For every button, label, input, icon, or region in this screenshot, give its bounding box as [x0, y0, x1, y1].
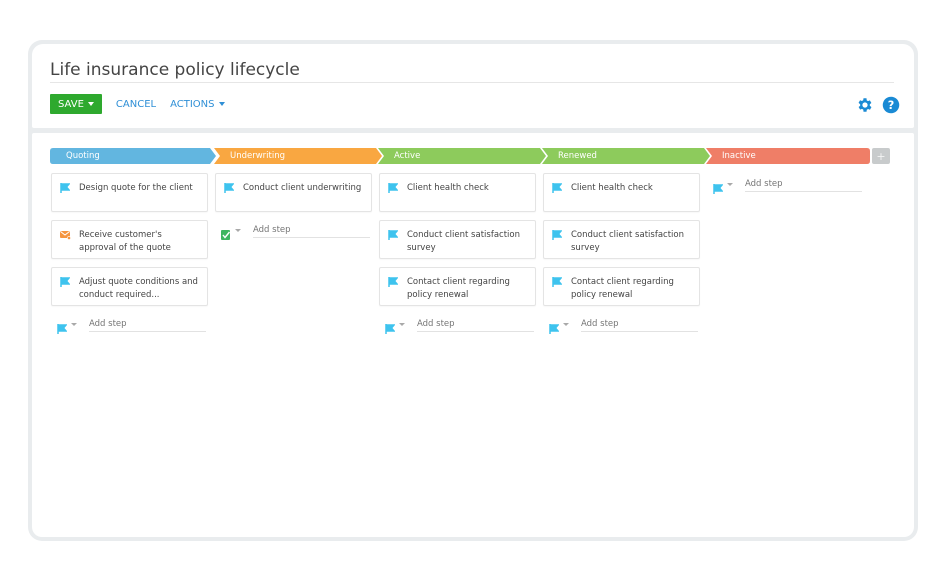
add-step-input[interactable] [745, 174, 862, 192]
add-stage-button[interactable]: + [872, 148, 890, 164]
flag-icon [224, 183, 235, 198]
task-check-icon[interactable] [221, 225, 231, 244]
add-step-row [51, 314, 208, 334]
actions-button-label: ACTIONS [170, 98, 215, 110]
step-text: Adjust quote conditions and conduct requ… [79, 277, 198, 300]
svg-text:?: ? [888, 99, 895, 112]
chevron-down-icon[interactable] [399, 323, 405, 326]
stage-bar: Quoting Underwriting Active Renewed Inac… [50, 148, 892, 164]
page-title: Life insurance policy lifecycle [50, 60, 300, 80]
step-card[interactable]: Design quote for the client [51, 173, 208, 212]
flag-icon [60, 183, 71, 198]
step-text: Client health check [571, 183, 653, 193]
stage-active[interactable]: Active [378, 148, 546, 164]
stage-inactive-label: Inactive [722, 151, 756, 161]
step-text: Receive customer's approval of the quote [79, 230, 171, 253]
save-button-label: SAVE [58, 98, 84, 110]
flag-icon[interactable] [549, 319, 560, 338]
flag-icon [388, 230, 399, 245]
add-step-input[interactable] [253, 220, 370, 238]
flag-icon [60, 277, 71, 292]
flag-icon [552, 277, 563, 292]
flag-icon[interactable] [713, 179, 724, 198]
header-panel: Life insurance policy lifecycle SAVE CAN… [32, 44, 914, 128]
step-card[interactable]: Conduct client satisfaction survey [543, 220, 700, 259]
stage-column-active: Client health check Conduct client satis… [379, 173, 536, 334]
step-text: Contact client regarding policy renewal [407, 277, 510, 300]
step-text: Conduct client satisfaction survey [407, 230, 520, 253]
stage-renewed-label: Renewed [558, 151, 597, 161]
stage-inactive[interactable]: Inactive [706, 148, 870, 164]
add-step-input[interactable] [581, 314, 698, 332]
step-card[interactable]: Client health check [543, 173, 700, 212]
chevron-down-icon [87, 102, 94, 106]
stage-quoting-label: Quoting [66, 151, 100, 161]
chevron-down-icon[interactable] [563, 323, 569, 326]
step-card[interactable]: Contact client regarding policy renewal [543, 267, 700, 306]
cancel-button[interactable]: CANCEL [116, 99, 156, 110]
add-step-row [379, 314, 536, 334]
gear-icon[interactable] [856, 96, 874, 114]
step-card[interactable]: Adjust quote conditions and conduct requ… [51, 267, 208, 306]
step-card[interactable]: Client health check [379, 173, 536, 212]
step-card[interactable]: Contact client regarding policy renewal [379, 267, 536, 306]
chevron-down-icon [218, 102, 225, 106]
stage-column-inactive [707, 174, 864, 194]
header-icons: ? [856, 96, 900, 114]
title-divider [50, 82, 894, 83]
stage-renewed[interactable]: Renewed [542, 148, 710, 164]
step-card[interactable]: Conduct client satisfaction survey [379, 220, 536, 259]
chevron-down-icon[interactable] [235, 229, 241, 232]
flag-icon [388, 183, 399, 198]
add-step-row [543, 314, 700, 334]
stage-column-renewed: Client health check Conduct client satis… [543, 173, 700, 334]
step-text: Contact client regarding policy renewal [571, 277, 674, 300]
help-icon[interactable]: ? [882, 96, 900, 114]
stage-column-quoting: Design quote for the client Receive cust… [51, 173, 208, 334]
flag-icon[interactable] [385, 319, 396, 338]
step-text: Client health check [407, 183, 489, 193]
stage-quoting[interactable]: Quoting [50, 148, 216, 164]
add-step-input[interactable] [417, 314, 534, 332]
stage-active-label: Active [394, 151, 421, 161]
actions-button[interactable]: ACTIONS [170, 98, 225, 110]
flag-icon [552, 230, 563, 245]
step-text: Conduct client satisfaction survey [571, 230, 684, 253]
step-text: Design quote for the client [79, 183, 193, 193]
save-button[interactable]: SAVE [50, 94, 102, 114]
stage-underwriting[interactable]: Underwriting [214, 148, 382, 164]
add-step-row [215, 220, 372, 240]
chevron-down-icon[interactable] [71, 323, 77, 326]
add-step-row [707, 174, 864, 194]
stages-panel: Quoting Underwriting Active Renewed Inac… [32, 133, 914, 537]
stage-underwriting-label: Underwriting [230, 151, 286, 161]
flag-icon [388, 277, 399, 292]
add-step-input[interactable] [89, 314, 206, 332]
email-icon [60, 230, 71, 245]
designer-window: Life insurance policy lifecycle SAVE CAN… [28, 40, 918, 541]
step-card[interactable]: Receive customer's approval of the quote [51, 220, 208, 259]
stage-column-underwriting: Conduct client underwriting [215, 173, 372, 240]
step-card[interactable]: Conduct client underwriting [215, 173, 372, 212]
step-text: Conduct client underwriting [243, 183, 362, 193]
cancel-button-label: CANCEL [115, 98, 157, 110]
toolbar: SAVE CANCEL ACTIONS [50, 94, 225, 114]
flag-icon[interactable] [57, 319, 68, 338]
chevron-down-icon[interactable] [727, 183, 733, 186]
flag-icon [552, 183, 563, 198]
